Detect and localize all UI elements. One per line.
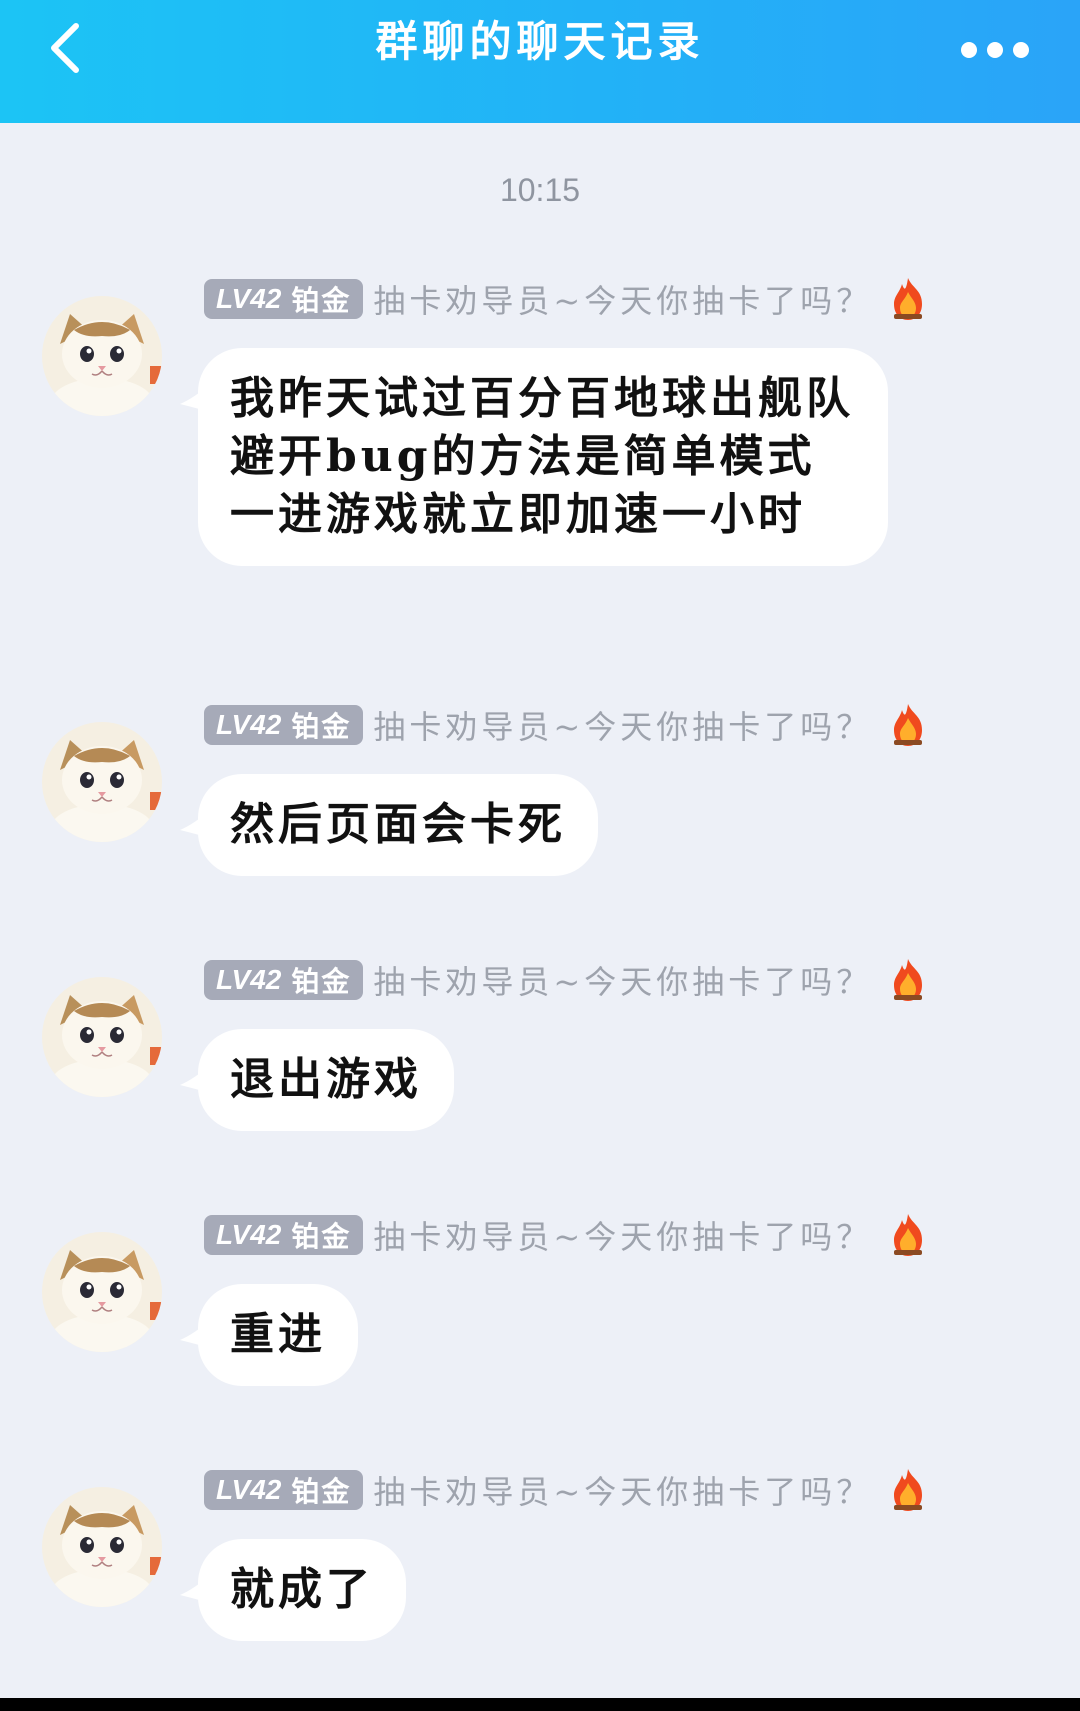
kitten-avatar-icon	[42, 977, 162, 1097]
sender-title: 抽卡劝导员~今天你抽卡了吗？	[373, 708, 873, 746]
sender-title: 抽卡劝导员~今天你抽卡了吗？	[373, 963, 873, 1001]
sender-title: 抽卡劝导员~今天你抽卡了吗？	[373, 1473, 873, 1511]
sender-info: LV42 铂金 抽卡劝导员~今天你抽卡了吗？	[204, 1212, 930, 1258]
message-bubble[interactable]: 重进	[198, 1284, 358, 1386]
fire-icon	[894, 1469, 923, 1511]
more-dots-icon	[961, 42, 1029, 58]
sender-info: LV42 铂金 抽卡劝导员~今天你抽卡了吗？	[204, 702, 930, 748]
fire-icon	[894, 959, 923, 1001]
message-timestamp: 10:15	[499, 172, 581, 208]
rank-label: 铂金	[291, 1220, 352, 1253]
rank-label: 铂金	[291, 710, 352, 743]
sender-title: 抽卡劝导员~今天你抽卡了吗？	[373, 282, 873, 320]
chat-message: LV42 铂金 抽卡劝导员~今天你抽卡了吗？ 退出游戏	[0, 957, 1080, 1157]
level-badge: LV42 铂金	[204, 705, 364, 745]
fire-icon	[894, 1214, 923, 1256]
chat-message: LV42 铂金 抽卡劝导员~今天你抽卡了吗？ 然后页面会卡死	[0, 702, 1080, 902]
kitten-avatar-icon	[42, 722, 162, 842]
sender-info: LV42 铂金 抽卡劝导员~今天你抽卡了吗？	[204, 1467, 930, 1513]
level-badge: LV42 铂金	[204, 1215, 364, 1255]
level-badge: LV42 铂金	[204, 279, 364, 319]
message-bubble[interactable]: 然后页面会卡死	[198, 774, 598, 876]
kitten-avatar-icon	[42, 1487, 162, 1607]
chat-message: LV42 铂金 抽卡劝导员~今天你抽卡了吗？ 我昨天试过百分百地球出舰队避开bu…	[0, 276, 1080, 656]
chat-message: LV42 铂金 抽卡劝导员~今天你抽卡了吗？ 重进	[0, 1212, 1080, 1412]
rank-label: 铂金	[291, 284, 352, 317]
avatar[interactable]	[42, 722, 162, 842]
kitten-avatar-icon	[42, 296, 162, 416]
title-bar: 群聊的聊天记录	[0, 0, 1080, 123]
fire-icon	[894, 278, 923, 320]
kitten-avatar-icon	[42, 1232, 162, 1352]
more-button[interactable]	[960, 38, 1030, 62]
avatar[interactable]	[42, 977, 162, 1097]
rank-label: 铂金	[291, 965, 352, 998]
level-label: LV42	[216, 709, 282, 740]
sender-title: 抽卡劝导员~今天你抽卡了吗？	[373, 1218, 873, 1256]
sender-info: LV42 铂金 抽卡劝导员~今天你抽卡了吗？	[204, 957, 930, 1003]
chat-message: LV42 铂金 抽卡劝导员~今天你抽卡了吗？ 就成了	[0, 1467, 1080, 1667]
message-bubble[interactable]: 退出游戏	[198, 1029, 454, 1131]
bottom-edge	[0, 1698, 1080, 1711]
avatar[interactable]	[42, 1487, 162, 1607]
chevron-left-icon	[51, 23, 79, 73]
level-label: LV42	[216, 1474, 282, 1505]
level-badge: LV42 铂金	[204, 960, 364, 1000]
avatar[interactable]	[42, 1232, 162, 1352]
level-badge: LV42 铂金	[204, 1470, 364, 1510]
message-bubble[interactable]: 就成了	[198, 1539, 406, 1641]
message-bubble[interactable]: 我昨天试过百分百地球出舰队避开bug的方法是简单模式一进游戏就立即加速一小时	[198, 348, 888, 566]
page-title: 群聊的聊天记录	[375, 17, 705, 66]
level-label: LV42	[216, 964, 282, 995]
level-label: LV42	[216, 1219, 282, 1250]
back-button[interactable]	[38, 18, 98, 78]
sender-info: LV42 铂金 抽卡劝导员~今天你抽卡了吗？	[204, 276, 930, 322]
rank-label: 铂金	[291, 1475, 352, 1508]
avatar[interactable]	[42, 296, 162, 416]
fire-icon	[894, 704, 923, 746]
level-label: LV42	[216, 283, 282, 314]
